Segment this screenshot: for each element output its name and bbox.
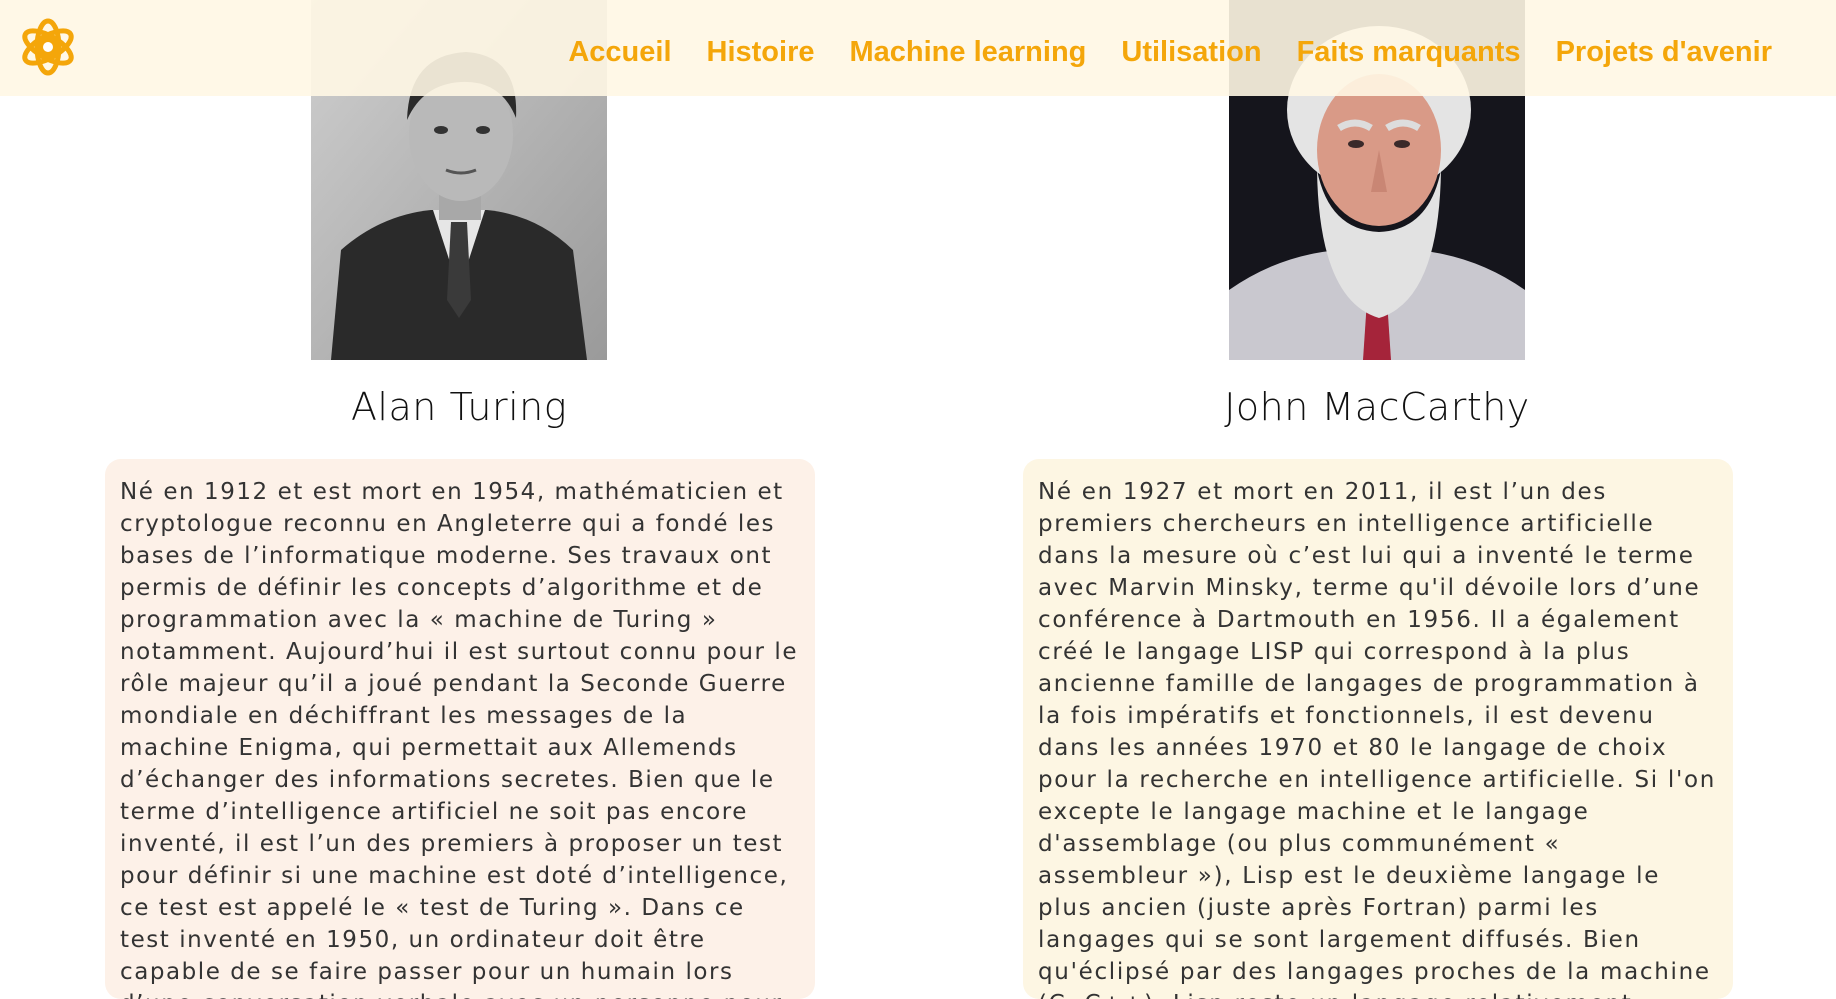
- nav-projets-avenir[interactable]: Projets d'avenir: [1556, 36, 1772, 69]
- nav-utilisation[interactable]: Utilisation: [1121, 36, 1261, 69]
- main-nav: Accueil Histoire Machine learning Utilis…: [568, 0, 1772, 104]
- atom-icon[interactable]: [18, 15, 78, 79]
- bio-card-mccarthy: Né en 1927 et mort en 2011, il est l’un …: [1023, 459, 1733, 999]
- top-navigation-bar: Accueil Histoire Machine learning Utilis…: [0, 0, 1836, 96]
- nav-histoire[interactable]: Histoire: [707, 36, 815, 69]
- person-name-turing: Alan Turing: [350, 385, 568, 429]
- bio-card-turing: Né en 1912 et est mort en 1954, mathémat…: [105, 459, 815, 999]
- nav-accueil[interactable]: Accueil: [568, 36, 671, 69]
- nav-machine-learning[interactable]: Machine learning: [850, 36, 1087, 69]
- person-name-mccarthy: John MacCarthy: [1224, 385, 1530, 429]
- nav-faits-marquants[interactable]: Faits marquants: [1297, 36, 1521, 69]
